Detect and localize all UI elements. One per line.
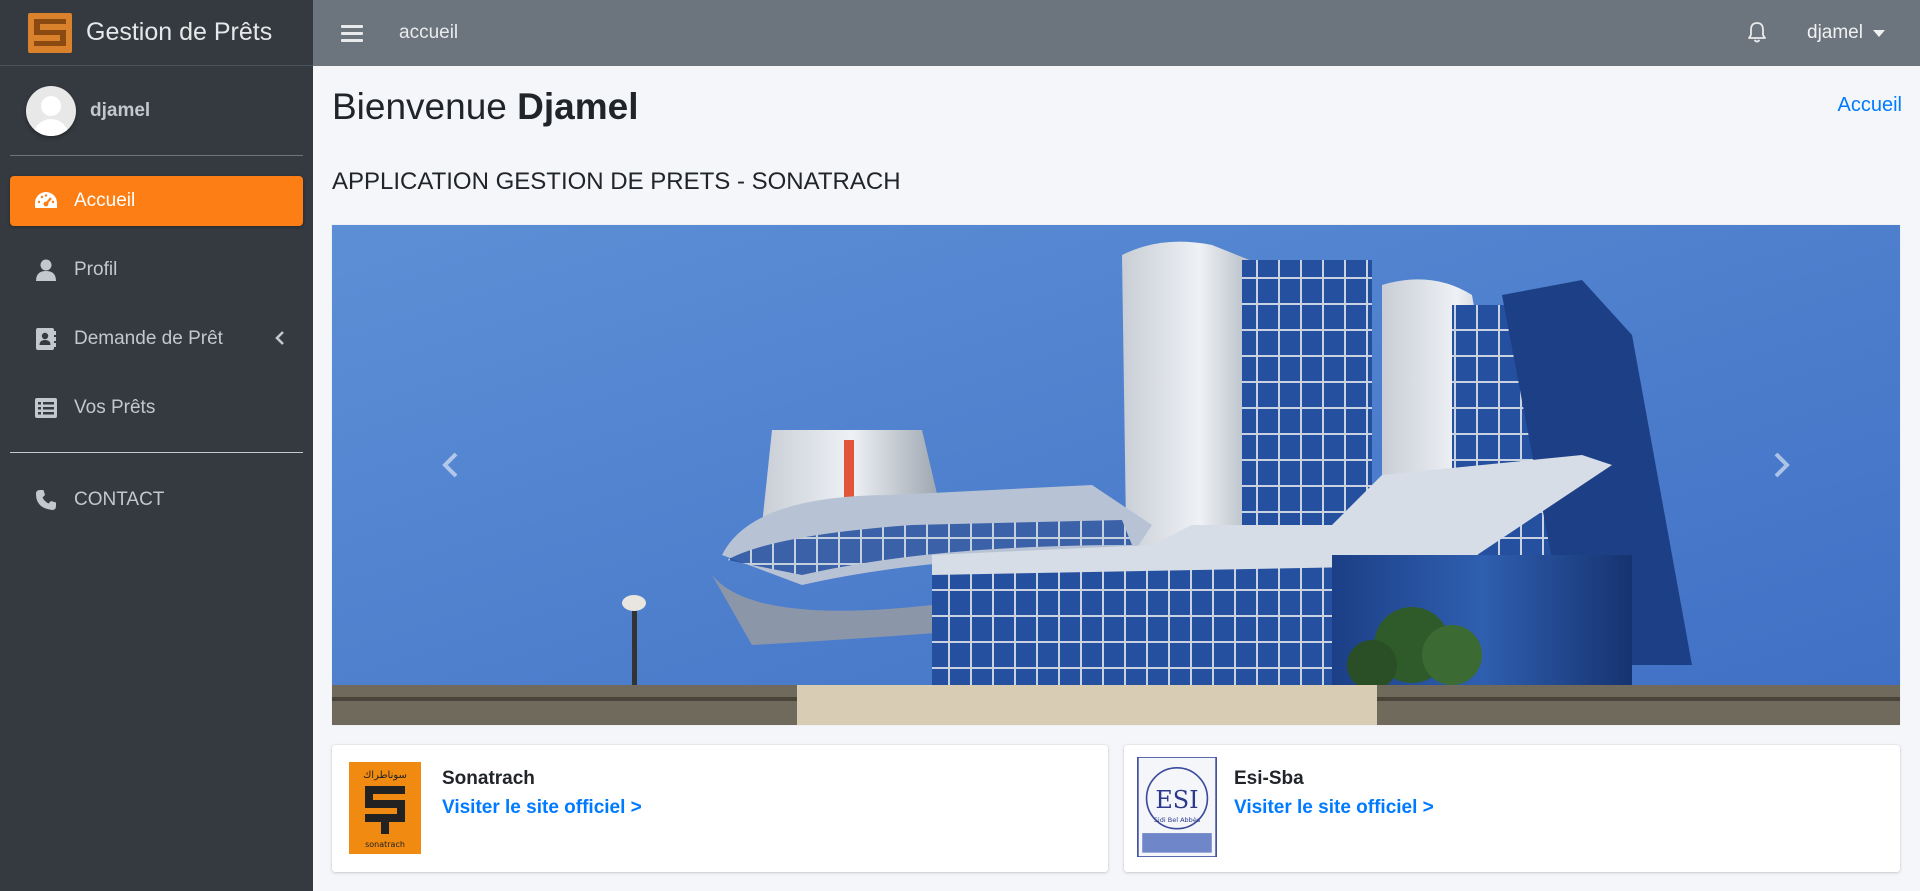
bell-icon[interactable] xyxy=(1747,21,1767,43)
top-navbar: accueil djamel xyxy=(313,0,1920,66)
caret-down-icon xyxy=(1872,29,1885,37)
svg-text:Sidi Bel Abbès: Sidi Bel Abbès xyxy=(1154,816,1201,824)
sidebar-item-accueil[interactable]: Accueil xyxy=(10,176,303,226)
address-book-icon xyxy=(34,327,58,351)
carousel-next-button[interactable] xyxy=(1752,435,1812,495)
chevron-left-icon xyxy=(275,331,284,345)
user-icon xyxy=(34,258,58,282)
sidebar-item-label: Accueil xyxy=(74,190,136,211)
sonatrach-logo-image: سوناطراك sonatrach xyxy=(349,762,421,854)
phone-icon xyxy=(34,488,58,512)
sidebar-item-contact[interactable]: CONTACT xyxy=(10,475,303,525)
chevron-left-icon xyxy=(442,452,458,478)
sonatrach-building-image xyxy=(332,225,1900,725)
sidebar-item-label: CONTACT xyxy=(74,489,165,510)
image-carousel[interactable] xyxy=(332,225,1900,725)
brand-link[interactable]: Gestion de Prêts xyxy=(0,0,313,66)
svg-text:ESI: ESI xyxy=(1155,786,1198,814)
sidebar-item-demande-de-pret[interactable]: Demande de Prêt xyxy=(10,314,303,364)
sidebar-nav: Accueil Profil Demande de Prêt Vos Prêts xyxy=(0,176,313,433)
sidebar-item-label: Profil xyxy=(74,259,118,280)
sidebar-divider xyxy=(10,452,303,453)
svg-text:sonatrach: sonatrach xyxy=(365,840,405,849)
topbar-accueil-link[interactable]: accueil xyxy=(399,22,458,44)
sonatrach-logo-icon xyxy=(28,12,72,53)
card-esi-sba: ESI Sidi Bel Abbès Esi-Sba Visiter le si… xyxy=(1124,745,1900,872)
user-dropdown-label: djamel xyxy=(1807,22,1863,43)
hamburger-menu-icon[interactable] xyxy=(341,21,363,46)
main-content: Bienvenue Djamel Accueil APPLICATION GES… xyxy=(313,66,1920,891)
carousel-prev-button[interactable] xyxy=(420,435,480,495)
svg-text:سوناطراك: سوناطراك xyxy=(363,770,407,781)
brand-title: Gestion de Prêts xyxy=(86,18,273,46)
sidebar-item-profil[interactable]: Profil xyxy=(10,245,303,295)
page-title-name: Djamel xyxy=(517,86,639,127)
sidebar-item-label: Demande de Prêt xyxy=(74,328,223,349)
visit-site-link[interactable]: Visiter le site officiel > xyxy=(1234,797,1434,819)
sidebar-item-label: Vos Prêts xyxy=(74,397,156,418)
partner-cards: سوناطراك sonatrach Sonatrach Visiter le … xyxy=(332,745,1900,872)
chevron-right-icon xyxy=(1774,452,1790,478)
page-title: Bienvenue Djamel xyxy=(332,86,639,128)
avatar[interactable] xyxy=(26,85,76,136)
card-title: Sonatrach xyxy=(442,768,535,789)
list-icon xyxy=(34,396,58,420)
sidebar: Gestion de Prêts djamel Accueil Profil D… xyxy=(0,0,313,891)
card-title: Esi-Sba xyxy=(1234,768,1304,789)
sidebar-item-vos-prets[interactable]: Vos Prêts xyxy=(10,383,303,433)
user-panel: djamel xyxy=(10,66,303,156)
esi-logo-image: ESI Sidi Bel Abbès xyxy=(1137,757,1217,857)
user-panel-name[interactable]: djamel xyxy=(90,100,150,122)
page-subtitle: APPLICATION GESTION DE PRETS - SONATRACH xyxy=(332,168,901,195)
visit-site-link[interactable]: Visiter le site officiel > xyxy=(442,797,642,819)
page-title-prefix: Bienvenue xyxy=(332,86,507,127)
user-dropdown[interactable]: djamel xyxy=(1807,0,1885,66)
breadcrumb-accueil[interactable]: Accueil xyxy=(1838,94,1902,117)
dashboard-icon xyxy=(34,189,58,213)
card-sonatrach: سوناطراك sonatrach Sonatrach Visiter le … xyxy=(332,745,1108,872)
